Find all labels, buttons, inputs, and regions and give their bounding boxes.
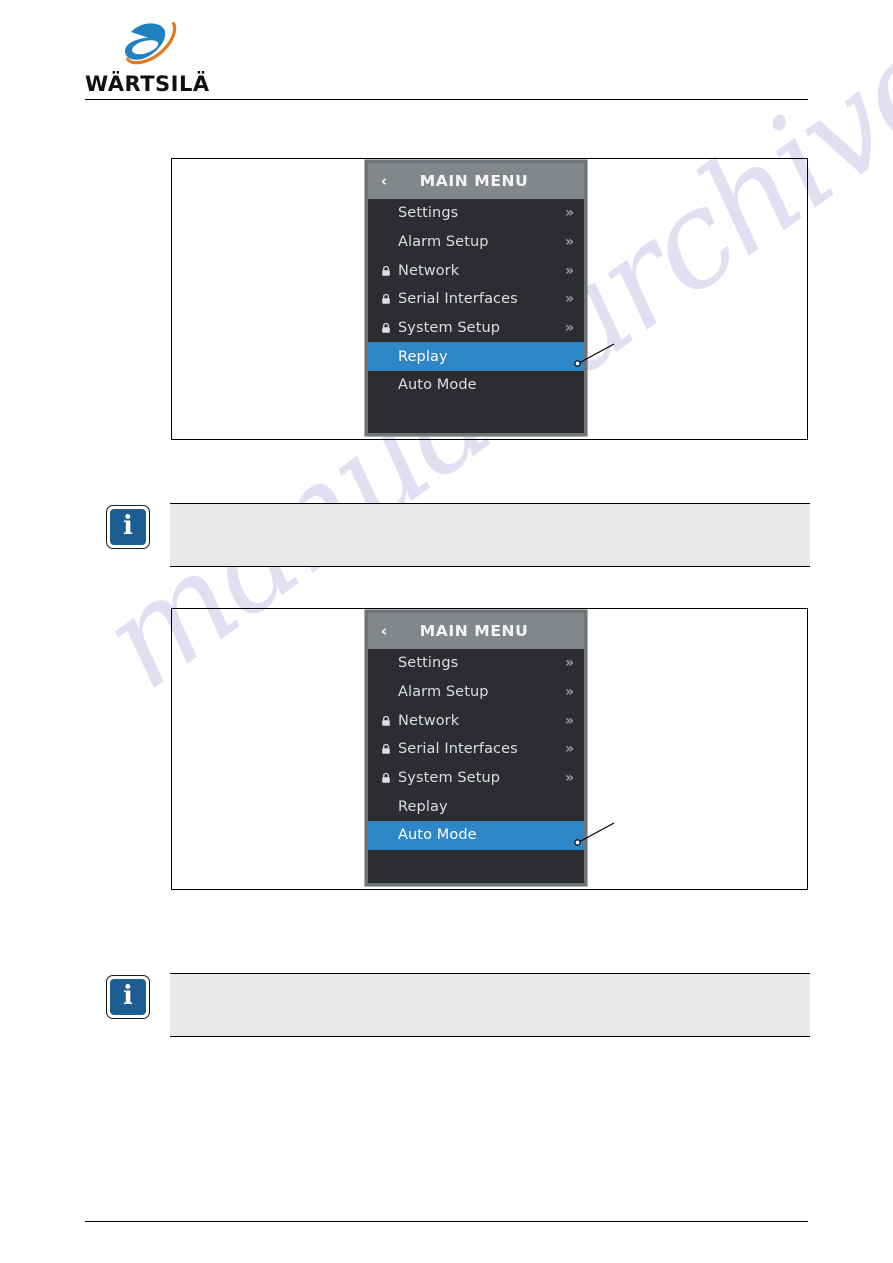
- menu-item-label: System Setup: [398, 770, 501, 787]
- menu-item-system-setup[interactable]: System Setup »: [368, 764, 584, 793]
- menu-item-settings[interactable]: Settings »: [368, 199, 584, 228]
- info-note-1: i: [106, 503, 810, 573]
- menu-item-serial-interfaces[interactable]: Serial Interfaces »: [368, 285, 584, 314]
- info-icon-glyph: i: [123, 511, 133, 541]
- info-note-body-1: [170, 503, 810, 567]
- chevron-double-right-icon: »: [564, 684, 574, 701]
- panel-title: MAIN MENU: [419, 172, 529, 190]
- chevron-double-right-icon: »: [564, 770, 574, 787]
- brand-logo: WÄRTSILÄ: [85, 18, 295, 96]
- chevron-double-right-icon: »: [564, 320, 574, 337]
- device-menu-panel-1: ‹ MAIN MENU Settings » Alarm Setup » Net…: [365, 160, 587, 436]
- chevron-double-right-icon: »: [564, 655, 574, 672]
- chevron-double-right-icon: »: [564, 741, 574, 758]
- menu-item-label: Auto Mode: [398, 827, 477, 844]
- info-icon: i: [106, 975, 150, 1019]
- info-note-2: i: [106, 973, 810, 1043]
- footer-divider: [85, 1221, 808, 1222]
- panel-header-1: ‹ MAIN MENU: [368, 163, 584, 199]
- chevron-double-right-icon: »: [564, 234, 574, 251]
- menu-item-replay[interactable]: Replay: [368, 792, 584, 821]
- menu-item-label: Alarm Setup: [398, 684, 489, 701]
- chevron-left-icon[interactable]: ‹: [377, 172, 391, 190]
- lock-icon: [379, 321, 393, 335]
- lock-icon: [379, 264, 393, 278]
- menu-item-label: Replay: [398, 348, 448, 365]
- menu-item-label: Alarm Setup: [398, 234, 489, 251]
- menu-item-alarm-setup[interactable]: Alarm Setup »: [368, 678, 584, 707]
- menu-item-label: Settings: [398, 205, 459, 222]
- menu-item-settings[interactable]: Settings »: [368, 649, 584, 678]
- menu-item-label: Serial Interfaces: [398, 741, 518, 758]
- brand-wordmark: WÄRTSILÄ: [85, 72, 210, 96]
- menu-item-label: Serial Interfaces: [398, 291, 518, 308]
- menu-item-serial-interfaces[interactable]: Serial Interfaces »: [368, 735, 584, 764]
- panel-body-1: Settings » Alarm Setup » Network » Seria…: [368, 199, 584, 433]
- lock-icon: [379, 714, 393, 728]
- menu-item-replay[interactable]: Replay: [368, 342, 584, 372]
- panel-header-2: ‹ MAIN MENU: [368, 613, 584, 649]
- menu-item-label: Auto Mode: [398, 377, 477, 394]
- device-menu-panel-2: ‹ MAIN MENU Settings » Alarm Setup » Net…: [365, 610, 587, 886]
- menu-item-alarm-setup[interactable]: Alarm Setup »: [368, 228, 584, 257]
- chevron-double-right-icon: »: [564, 712, 574, 729]
- page-header: WÄRTSILÄ: [0, 0, 893, 110]
- info-note-text: [170, 504, 810, 520]
- info-icon-glyph: i: [123, 981, 133, 1011]
- lock-icon: [379, 742, 393, 756]
- info-note-text: [170, 974, 810, 990]
- panel-title: MAIN MENU: [419, 622, 529, 640]
- menu-item-label: Settings: [398, 655, 459, 672]
- menu-item-auto-mode[interactable]: Auto Mode: [368, 821, 584, 850]
- menu-item-system-setup[interactable]: System Setup »: [368, 314, 584, 343]
- chevron-double-right-icon: »: [564, 291, 574, 308]
- lock-icon: [379, 771, 393, 785]
- menu-item-label: Network: [398, 262, 460, 279]
- info-icon: i: [106, 505, 150, 549]
- menu-item-network[interactable]: Network »: [368, 706, 584, 735]
- header-divider: [85, 99, 808, 100]
- panel-body-2: Settings » Alarm Setup » Network » Seria…: [368, 649, 584, 883]
- chevron-double-right-icon: »: [564, 205, 574, 222]
- wartsila-swoosh-logo-icon: [117, 18, 185, 70]
- chevron-left-icon[interactable]: ‹: [377, 622, 391, 640]
- menu-item-label: Replay: [398, 798, 448, 815]
- menu-item-auto-mode[interactable]: Auto Mode: [368, 371, 584, 400]
- chevron-double-right-icon: »: [564, 262, 574, 279]
- menu-item-network[interactable]: Network »: [368, 256, 584, 285]
- menu-item-label: Network: [398, 712, 460, 729]
- menu-item-label: System Setup: [398, 320, 501, 337]
- info-note-body-2: [170, 973, 810, 1037]
- lock-icon: [379, 292, 393, 306]
